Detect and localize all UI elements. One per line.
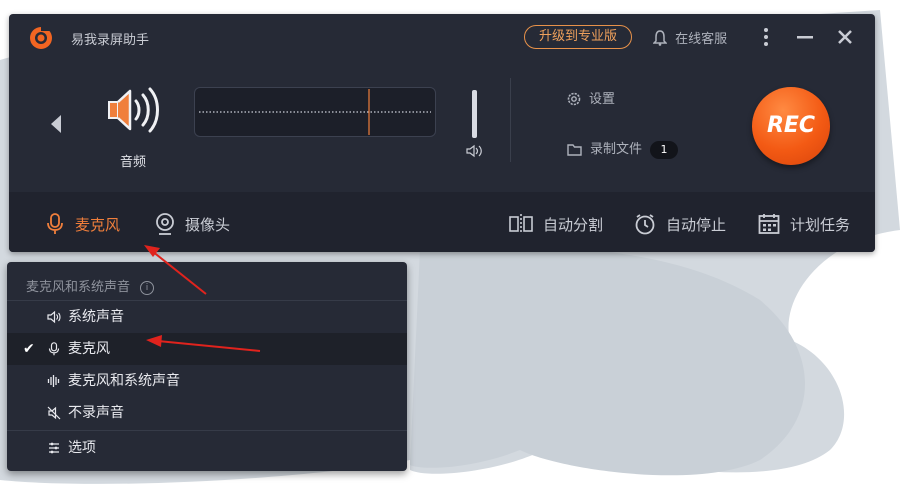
files-count-badge: 1: [650, 141, 679, 159]
info-icon[interactable]: i: [140, 281, 155, 295]
folder-icon: [567, 144, 582, 156]
record-button[interactable]: REC: [752, 87, 830, 165]
dropdown-item-no-sound[interactable]: 不录声音: [7, 397, 407, 429]
waveform-icon: [47, 375, 60, 387]
auto-split-label: 自动分割: [543, 216, 604, 234]
upgrade-button[interactable]: 升级到专业版: [524, 25, 632, 49]
close-icon[interactable]: [835, 26, 855, 48]
dropdown-item-label: 选项: [68, 440, 96, 456]
audio-speaker-icon[interactable]: [105, 85, 165, 135]
dropdown-item-label: 系统声音: [68, 309, 124, 325]
dropdown-item-system-sound[interactable]: 系统声音: [7, 301, 407, 333]
webcam-icon: [156, 213, 174, 235]
dropdown-item-options[interactable]: 选项: [7, 430, 407, 466]
schedule-task-label: 计划任务: [790, 216, 851, 234]
more-menu-icon[interactable]: [756, 26, 776, 48]
microphone-tab[interactable]: 麦克风: [45, 213, 120, 235]
dropdown-header: 麦克风和系统声音 i: [26, 276, 155, 295]
auto-stop-button[interactable]: 自动停止: [634, 213, 726, 235]
minimize-icon[interactable]: [795, 26, 815, 48]
recorded-files-link[interactable]: 录制文件 1: [567, 138, 679, 159]
dropdown-item-label: 麦克风: [68, 341, 110, 357]
camera-tab-label: 摄像头: [185, 216, 231, 234]
dropdown-item-label: 麦克风和系统声音: [68, 373, 180, 389]
bell-icon: [653, 30, 667, 46]
schedule-task-button[interactable]: 计划任务: [758, 213, 850, 235]
audio-panel: 音频 设置 录制文件 1 REC: [9, 60, 875, 192]
auto-stop-label: 自动停止: [666, 216, 727, 234]
online-service-link[interactable]: 在线客服: [653, 28, 727, 47]
check-icon: ✔: [23, 341, 35, 357]
main-window: 易我录屏助手 升级到专业版 在线客服 音频 设置 录制文件 1 REC 麦克风 …: [9, 14, 875, 252]
timer-icon: [635, 214, 655, 235]
audio-level-meter: [194, 87, 436, 137]
gear-icon: [567, 92, 581, 106]
panel-divider: [510, 78, 511, 162]
title-bar: 易我录屏助手 升级到专业版 在线客服: [9, 14, 875, 60]
dropdown-item-microphone[interactable]: ✔ 麦克风: [7, 333, 407, 365]
audio-waveform: [199, 89, 431, 135]
microphone-icon: [48, 342, 60, 356]
mute-icon: [47, 406, 61, 420]
split-icon: [509, 214, 533, 234]
dropdown-item-label: 不录声音: [68, 405, 124, 421]
camera-tab[interactable]: 摄像头: [155, 213, 230, 235]
settings-label: 设置: [589, 92, 616, 107]
microphone-tab-label: 麦克风: [75, 216, 121, 234]
settings-link[interactable]: 设置: [567, 88, 615, 107]
online-service-label: 在线客服: [675, 32, 728, 47]
calendar-icon: [758, 214, 780, 234]
previous-arrow-icon[interactable]: [49, 114, 63, 134]
auto-split-button[interactable]: 自动分割: [509, 213, 603, 235]
options-icon: [49, 442, 59, 454]
microphone-icon: [47, 213, 63, 234]
app-logo-icon: [30, 26, 53, 49]
dropdown-header-label: 麦克风和系统声音: [26, 280, 131, 295]
dropdown-item-mic-and-system[interactable]: 麦克风和系统声音: [7, 365, 407, 397]
bottom-toolbar: 麦克风 摄像头 自动分割 自动停止 计划任务: [9, 192, 875, 252]
app-title: 易我录屏助手: [71, 33, 150, 48]
audio-source-dropdown: 麦克风和系统声音 i 系统声音 ✔ 麦克风 麦克风和系统声音 不录声音 选项: [7, 262, 407, 471]
recorded-files-label: 录制文件: [590, 142, 643, 157]
volume-slider[interactable]: [472, 90, 477, 138]
volume-icon: [466, 144, 482, 158]
speaker-icon: [47, 310, 61, 324]
audio-label: 音频: [120, 155, 147, 170]
